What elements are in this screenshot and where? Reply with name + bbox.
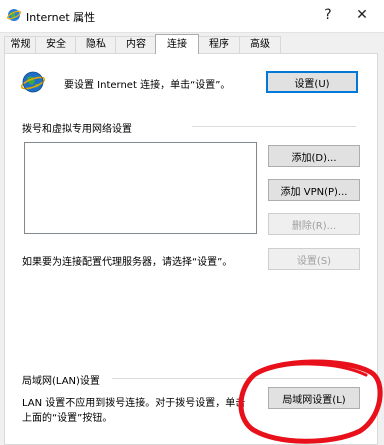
tab-security[interactable]: 安全 [35,36,77,53]
setup-description: 要设置 Internet 连接，单击“设置”。 [64,80,231,91]
lan-description-line1: LAN 设置不应用到拨号连接。对于拨号设置，单击 [22,398,246,409]
internet-options-icon [7,9,21,21]
tab-programs[interactable]: 程序 [197,36,241,53]
tab-privacy[interactable]: 隐私 [75,36,117,53]
proxy-description: 如果要为连接配置代理服务器，请选择“设置”。 [22,257,233,268]
connection-list[interactable] [24,142,257,234]
settings-button[interactable]: 设置(S) [268,248,360,270]
red-annotation-circle [238,359,383,444]
add-connection-button[interactable]: 添加(D)... [268,145,360,167]
tab-content[interactable]: 内容 [115,36,157,53]
lan-section-title: 局域网(LAN)设置 [22,376,100,387]
lan-description-line2: 上面的“设置”按钮。 [22,413,113,424]
tab-connections[interactable]: 连接 [155,34,199,54]
window-title: Internet 属性 [26,11,96,24]
remove-button[interactable]: 删除(R)... [268,213,360,235]
globe-network-icon [21,71,45,93]
dialup-section-title: 拨号和虚拟专用网络设置 [22,124,132,135]
tab-advanced[interactable]: 高级 [239,36,281,53]
close-button[interactable]: ✕ [347,2,377,28]
tab-general[interactable]: 常规 [4,36,37,53]
setup-button[interactable]: 设置(U) [266,71,358,93]
dialup-section-divider [192,126,356,127]
add-vpn-button[interactable]: 添加 VPN(P)... [268,179,360,201]
title-bar: Internet 属性 ? ✕ [0,0,384,33]
help-button[interactable]: ? [313,2,343,28]
